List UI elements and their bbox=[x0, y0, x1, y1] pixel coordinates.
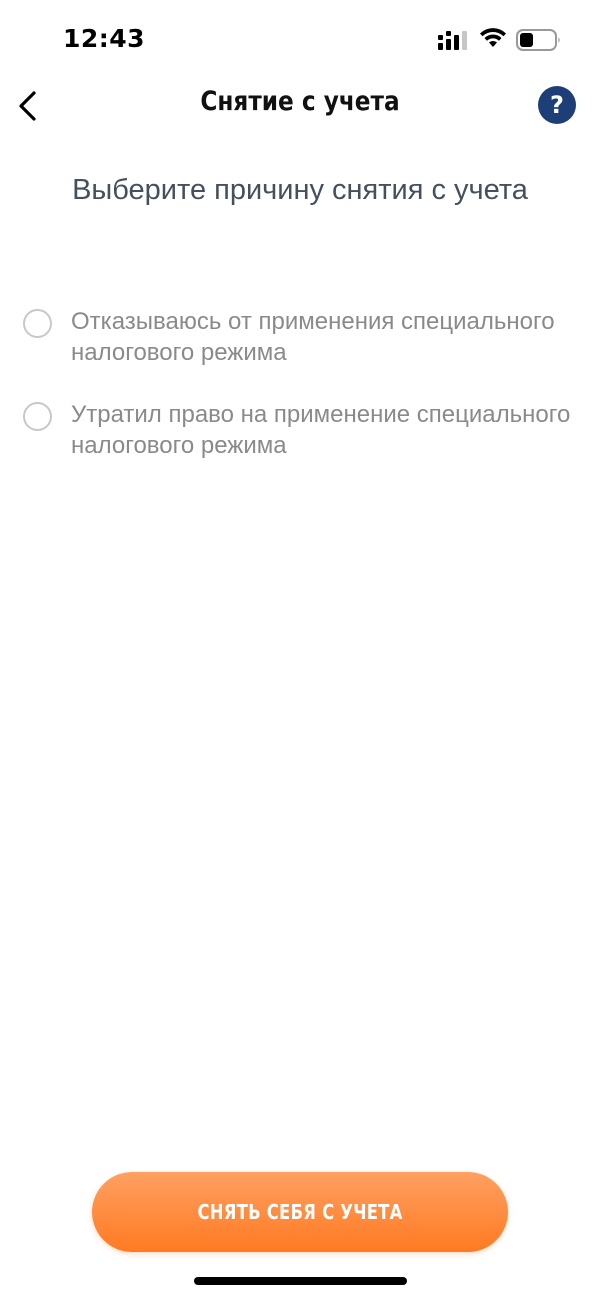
status-bar: 12:43 bbox=[0, 0, 600, 80]
status-time: 12:43 bbox=[63, 24, 146, 53]
wifi-icon bbox=[480, 28, 506, 47]
reason-options: Отказываюсь от применения специального н… bbox=[0, 306, 600, 492]
page-title: Снятие с учета bbox=[200, 86, 400, 117]
navigation-header: Снятие с учета ? bbox=[0, 80, 600, 132]
question-mark-icon: ? bbox=[550, 91, 564, 119]
reason-option-label: Утратил право на применение специального… bbox=[71, 401, 571, 459]
radio-button[interactable] bbox=[23, 309, 52, 338]
reason-option-refuse[interactable]: Отказываюсь от применения специального н… bbox=[0, 306, 600, 399]
reason-heading: Выберите причину снятия с учета bbox=[72, 174, 528, 206]
reason-option-lost-right[interactable]: Утратил право на применение специального… bbox=[0, 399, 600, 492]
battery-icon bbox=[516, 29, 560, 51]
home-indicator bbox=[194, 1277, 407, 1285]
radio-button[interactable] bbox=[23, 402, 52, 431]
help-button[interactable]: ? bbox=[538, 86, 576, 124]
cellular-signal-icon bbox=[438, 31, 467, 50]
chevron-left-icon bbox=[19, 91, 36, 121]
deregister-button-label: СНЯТЬ СЕБЯ С УЧЕТА bbox=[197, 1200, 403, 1224]
reason-option-label: Отказываюсь от применения специального н… bbox=[71, 308, 555, 366]
deregister-button[interactable]: СНЯТЬ СЕБЯ С УЧЕТА bbox=[92, 1172, 508, 1252]
